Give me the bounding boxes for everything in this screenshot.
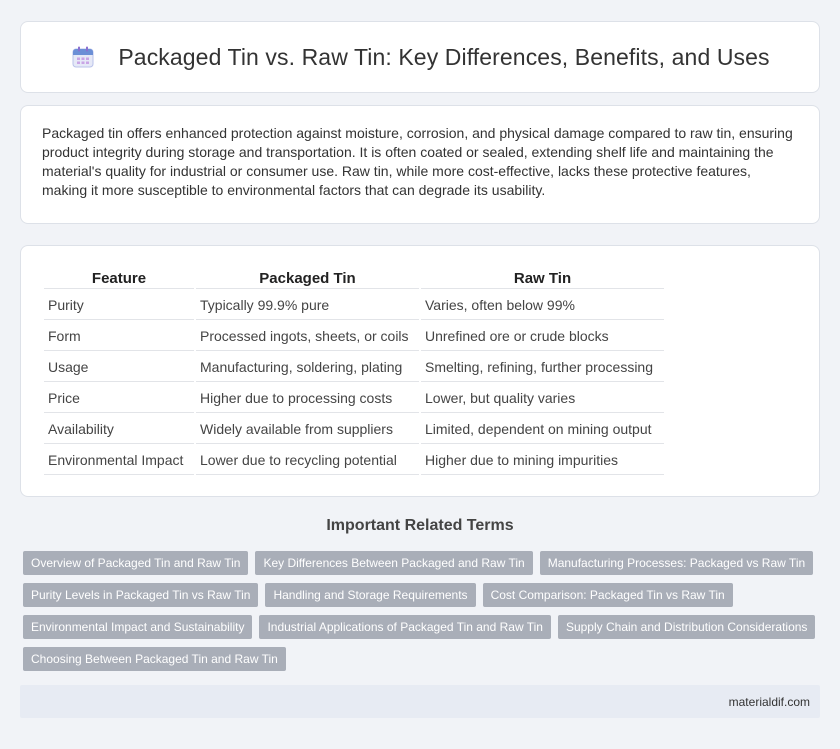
cell-packaged: Widely available from suppliers <box>196 415 419 444</box>
calendar-icon <box>72 46 94 68</box>
related-term-tag[interactable]: Supply Chain and Distribution Considerat… <box>557 615 816 639</box>
cell-raw: Limited, dependent on mining output <box>421 415 664 444</box>
cell-raw: Higher due to mining impurities <box>421 446 664 475</box>
header-feature: Feature <box>44 266 194 289</box>
related-term-tag[interactable]: Manufacturing Processes: Packaged vs Raw… <box>539 551 814 575</box>
cell-raw: Smelting, refining, further processing <box>421 353 664 382</box>
related-term-tag[interactable]: Overview of Packaged Tin and Raw Tin <box>23 551 249 575</box>
cell-packaged: Higher due to processing costs <box>196 384 419 413</box>
cell-feature: Usage <box>44 353 194 382</box>
comparison-table: Feature Packaged Tin Raw Tin Purity Typi… <box>42 264 666 477</box>
table-row: Form Processed ingots, sheets, or coils … <box>44 322 664 351</box>
title-wrap: Packaged Tin vs. Raw Tin: Key Difference… <box>70 43 770 71</box>
related-term-tag[interactable]: Industrial Applications of Packaged Tin … <box>259 615 551 639</box>
cell-raw: Varies, often below 99% <box>421 291 664 320</box>
header-raw-tin: Raw Tin <box>421 266 664 289</box>
related-term-tag[interactable]: Purity Levels in Packaged Tin vs Raw Tin <box>23 583 259 607</box>
cell-feature: Price <box>44 384 194 413</box>
cell-packaged: Typically 99.9% pure <box>196 291 419 320</box>
footer: materialdif.com <box>20 685 820 718</box>
related-terms-title: Important Related Terms <box>326 517 514 534</box>
related-term-tag[interactable]: Cost Comparison: Packaged Tin vs Raw Tin <box>482 583 733 607</box>
header-packaged-tin: Packaged Tin <box>196 266 419 289</box>
intro-paragraph: Packaged tin offers enhanced protection … <box>42 125 793 198</box>
table-header-row: Feature Packaged Tin Raw Tin <box>44 266 664 289</box>
title-card: Packaged Tin vs. Raw Tin: Key Difference… <box>20 21 820 93</box>
cell-feature: Form <box>44 322 194 351</box>
cell-packaged: Manufacturing, soldering, plating <box>196 353 419 382</box>
related-term-tag[interactable]: Key Differences Between Packaged and Raw… <box>255 551 533 575</box>
page-title: Packaged Tin vs. Raw Tin: Key Difference… <box>118 43 770 70</box>
related-terms-list: Overview of Packaged Tin and Raw Tin Key… <box>23 551 823 671</box>
table-row: Price Higher due to processing costs Low… <box>44 384 664 413</box>
table-row: Purity Typically 99.9% pure Varies, ofte… <box>44 291 664 320</box>
cell-packaged: Processed ingots, sheets, or coils <box>196 322 419 351</box>
intro-card: Packaged tin offers enhanced protection … <box>20 105 820 224</box>
cell-raw: Unrefined ore or crude blocks <box>421 322 664 351</box>
cell-feature: Purity <box>44 291 194 320</box>
related-term-tag[interactable]: Choosing Between Packaged Tin and Raw Ti… <box>23 647 286 671</box>
cell-feature: Environmental Impact <box>44 446 194 475</box>
cell-raw: Lower, but quality varies <box>421 384 664 413</box>
comparison-card: Feature Packaged Tin Raw Tin Purity Typi… <box>20 245 820 497</box>
related-term-tag[interactable]: Handling and Storage Requirements <box>265 583 476 607</box>
cell-feature: Availability <box>44 415 194 444</box>
table-row: Availability Widely available from suppl… <box>44 415 664 444</box>
table-row: Environmental Impact Lower due to recycl… <box>44 446 664 475</box>
table-row: Usage Manufacturing, soldering, plating … <box>44 353 664 382</box>
footer-site-link[interactable]: materialdif.com <box>729 695 810 709</box>
related-term-tag[interactable]: Environmental Impact and Sustainability <box>23 615 253 639</box>
cell-packaged: Lower due to recycling potential <box>196 446 419 475</box>
